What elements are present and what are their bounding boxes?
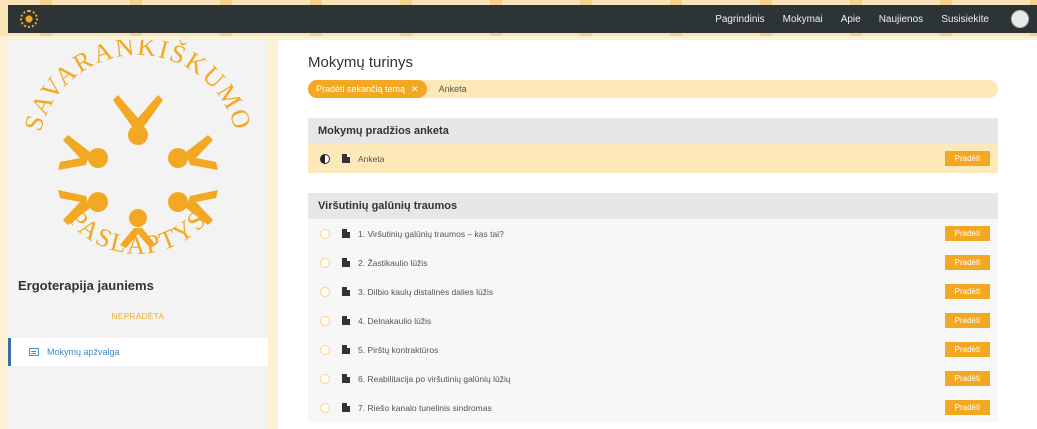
list-icon — [29, 348, 39, 356]
start-button[interactable]: Pradėti — [944, 400, 990, 415]
nav-link-contact[interactable]: Susisiekite — [941, 14, 989, 25]
progress-circle-icon — [320, 373, 330, 384]
lesson-row[interactable]: 2. Žastikaulio lūžis Pradėti — [308, 248, 998, 277]
document-icon — [342, 316, 350, 325]
document-icon — [342, 229, 350, 238]
start-button[interactable]: Pradėti — [944, 284, 990, 299]
document-icon — [342, 374, 350, 383]
lesson-label[interactable]: Anketa — [358, 154, 384, 164]
section-title[interactable]: Viršutinių galūnių traumos — [308, 193, 998, 219]
sidebar-item-course-overview[interactable]: Mokymų apžvalga — [8, 338, 268, 366]
lesson-label[interactable]: 3. Dilbio kaulų distalinės dalies lūžis — [358, 287, 493, 297]
site-logo-icon[interactable] — [20, 10, 38, 28]
nav-link-about[interactable]: Apie — [841, 14, 861, 25]
lesson-label[interactable]: 6. Reabilitacija po viršutinių galūnių l… — [358, 374, 511, 384]
start-button[interactable]: Pradėti — [944, 313, 990, 328]
lesson-row[interactable]: Anketa Pradėti — [308, 144, 998, 173]
progress-circle-icon — [320, 344, 330, 355]
course-title: Ergoterapija jauniems — [18, 278, 154, 293]
close-icon[interactable]: ✕ — [411, 84, 419, 95]
document-icon — [342, 345, 350, 354]
progress-circle-icon — [320, 228, 330, 239]
start-button[interactable]: Pradėti — [944, 255, 990, 270]
page-title: Mokymų turinys — [308, 54, 414, 71]
document-icon — [342, 154, 350, 163]
nav-link-home[interactable]: Pagrindinis — [715, 14, 764, 25]
progress-circle-icon — [320, 257, 330, 268]
lesson-row[interactable]: 4. Delnakaulio lūžis Pradėti — [308, 306, 998, 335]
start-button[interactable]: Pradėti — [944, 151, 990, 166]
half-progress-icon — [320, 153, 330, 164]
start-button[interactable]: Pradėti — [944, 226, 990, 241]
next-topic-bar: Pradėti sekančią temą ✕ Anketa — [308, 80, 998, 98]
lesson-label[interactable]: 2. Žastikaulio lūžis — [358, 258, 427, 268]
lesson-row[interactable]: 6. Reabilitacija po viršutinių galūnių l… — [308, 364, 998, 393]
lesson-label[interactable]: 5. Pirštų kontraktūros — [358, 345, 438, 355]
start-next-topic-button[interactable]: Pradėti sekančią temą ✕ — [308, 80, 427, 98]
course-logo: SAVARANKIŠKUMO PASLAPTYS — [8, 32, 268, 270]
lesson-label[interactable]: 4. Delnakaulio lūžis — [358, 316, 431, 326]
nav-link-courses[interactable]: Mokymai — [783, 14, 823, 25]
sidebar-item-label: Mokymų apžvalga — [47, 347, 120, 357]
section-upper-limb-injuries: Viršutinių galūnių traumos 1. Viršutinių… — [308, 193, 998, 422]
user-avatar[interactable] — [1011, 10, 1029, 28]
nav-links: Pagrindinis Mokymai Apie Naujienos Susis… — [715, 10, 1037, 28]
section-intro-survey: Mokymų pradžios anketa Anketa Pradėti — [308, 118, 998, 173]
start-next-topic-label: Pradėti sekančią temą — [316, 84, 406, 94]
lesson-label[interactable]: 7. Riešo kanalo tunelinis sindromas — [358, 403, 492, 413]
document-icon — [342, 258, 350, 267]
section-title[interactable]: Mokymų pradžios anketa — [308, 118, 998, 144]
course-content: Mokymų turinys Pradėti sekančią temą ✕ A… — [278, 40, 1037, 429]
nav-link-news[interactable]: Naujienos — [879, 14, 923, 25]
start-button[interactable]: Pradėti — [944, 371, 990, 386]
course-status-badge: NEPRADĖTA — [111, 312, 165, 321]
top-navbar: Pagrindinis Mokymai Apie Naujienos Susis… — [8, 5, 1037, 33]
progress-circle-icon — [320, 286, 330, 297]
lesson-row[interactable]: 1. Viršutinių galūnių traumos – kas tai?… — [308, 219, 998, 248]
progress-circle-icon — [320, 402, 330, 413]
lesson-row[interactable]: 3. Dilbio kaulų distalinės dalies lūžis … — [308, 277, 998, 306]
document-icon — [342, 287, 350, 296]
lesson-label[interactable]: 1. Viršutinių galūnių traumos – kas tai? — [358, 229, 504, 239]
course-sidebar: SAVARANKIŠKUMO PASLAPTYS Ergoterapija j — [8, 32, 268, 429]
lesson-row[interactable]: 7. Riešo kanalo tunelinis sindromas Prad… — [308, 393, 998, 422]
lesson-row[interactable]: 5. Pirštų kontraktūros Pradėti — [308, 335, 998, 364]
document-icon — [342, 403, 350, 412]
start-button[interactable]: Pradėti — [944, 342, 990, 357]
next-topic-name: Anketa — [438, 84, 467, 94]
progress-circle-icon — [320, 315, 330, 326]
